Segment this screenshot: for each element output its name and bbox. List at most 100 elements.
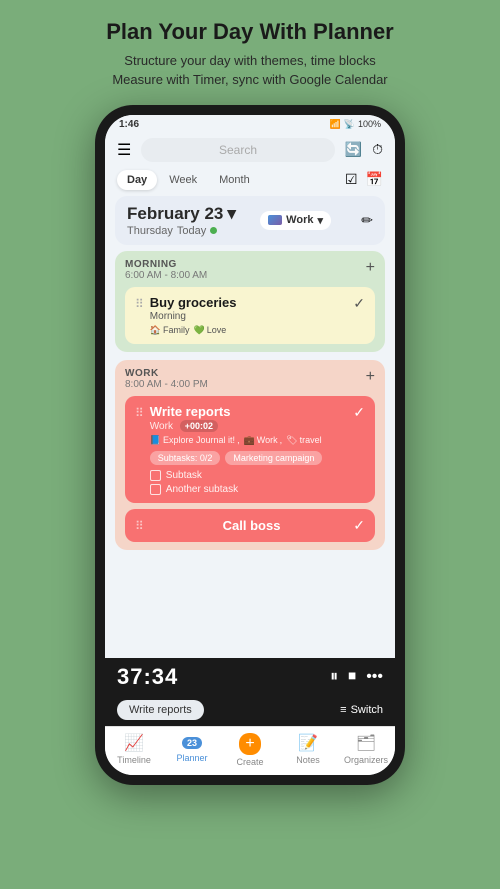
date-header: February 23 ▾ Thursday Today Work ▾ ✏ xyxy=(115,196,385,245)
subtask-chips: Subtasks: 0/2 Marketing campaign xyxy=(150,451,353,465)
morning-section: MORNING 6:00 AM - 8:00 AM + ⠿ Buy grocer… xyxy=(115,251,385,352)
timer-stop-button[interactable]: ⏹ xyxy=(348,668,356,686)
tab-month[interactable]: Month xyxy=(209,170,260,190)
notes-icon: 📝 xyxy=(298,733,318,753)
timeline-label: Timeline xyxy=(117,755,151,765)
app-subtitle: Structure your day with themes, time blo… xyxy=(106,51,394,90)
subtask-checkbox-1[interactable] xyxy=(150,470,161,481)
timer-display: 37:34 xyxy=(117,664,178,690)
task-title: Buy groceries xyxy=(150,295,353,310)
phone-screen: 1:46 📶 📡 100% ☰ Search 🔄 ⏱ Day Week Mont… xyxy=(105,115,395,775)
morning-time: 6:00 AM - 8:00 AM xyxy=(125,270,207,281)
scroll-content: MORNING 6:00 AM - 8:00 AM + ⠿ Buy grocer… xyxy=(105,251,395,658)
phone-frame: 1:46 📶 📡 100% ☰ Search 🔄 ⏱ Day Week Mont… xyxy=(95,105,405,785)
tab-group: Day Week Month xyxy=(117,170,260,190)
tab-week[interactable]: Week xyxy=(159,170,207,190)
planner-badge: 23 xyxy=(182,737,202,749)
timer-bar: 37:34 ⏸ ⏹ ••• xyxy=(105,658,395,696)
tag-love: 💚 Love xyxy=(194,325,227,336)
bottom-nav: 📈 Timeline 23 Planner + Create 📝 Notes 🗂… xyxy=(105,726,395,775)
nav-organizers[interactable]: 🗂 Organizers xyxy=(344,733,389,767)
timeline-icon: 📈 xyxy=(124,733,144,753)
work-section-header: WORK 8:00 AM - 4:00 PM + xyxy=(125,368,375,390)
task-info: Buy groceries Morning 🏠 Family 💚 Love xyxy=(150,295,353,336)
subtask-text-1: Subtask xyxy=(166,470,202,481)
view-tabs: Day Week Month ☑ 📅 xyxy=(105,168,395,196)
write-reports-tags: 📘 Explore Journal it!, 💼 Work, 🏷 travel xyxy=(150,435,353,446)
date-info: February 23 ▾ Thursday Today xyxy=(127,204,236,237)
status-icons: 📶 📡 100% xyxy=(330,119,381,130)
call-boss-title: Call boss xyxy=(223,518,281,533)
subtask-item-2: Another subtask xyxy=(150,484,353,495)
date-subtitle: Thursday Today xyxy=(127,225,236,237)
today-dot xyxy=(210,227,217,234)
timer-pause-button[interactable]: ⏸ xyxy=(330,668,338,686)
timer-more-button[interactable]: ••• xyxy=(366,668,383,686)
create-icon: + xyxy=(239,733,260,755)
call-boss-row: ⠿ Call boss ✓ xyxy=(125,509,375,542)
work-label: WORK xyxy=(125,368,208,379)
work-theme-badge[interactable]: Work ▾ xyxy=(260,211,331,230)
write-reports-check[interactable]: ✓ xyxy=(353,404,365,421)
tag-travel: 🏷 travel xyxy=(286,435,321,446)
tag-row: 🏠 Family 💚 Love xyxy=(150,325,353,336)
hamburger-icon[interactable]: ☰ xyxy=(117,140,131,160)
nav-notes[interactable]: 📝 Notes xyxy=(286,733,331,767)
drag-handle-icon: ⠿ xyxy=(135,297,144,311)
refresh-icon[interactable]: 🔄 xyxy=(345,141,362,158)
subtask-item-1: Subtask xyxy=(150,470,353,481)
organizers-icon: 🗂 xyxy=(356,733,376,753)
task-buy-groceries: ⠿ Buy groceries Morning 🏠 Family 💚 Love … xyxy=(125,287,375,344)
tag-family: 🏠 Family xyxy=(150,325,190,336)
edit-icon[interactable]: ✏ xyxy=(361,212,373,229)
drag-handle-icon-2: ⠿ xyxy=(135,406,144,420)
tag-work: 💼 Work, xyxy=(244,435,283,446)
planner-icon: 23 xyxy=(182,733,202,751)
tab-right-icons: ☑ 📅 xyxy=(345,171,383,188)
nav-timeline[interactable]: 📈 Timeline xyxy=(112,733,157,767)
work-label-group: WORK 8:00 AM - 4:00 PM xyxy=(125,368,208,390)
tab-day[interactable]: Day xyxy=(117,170,157,190)
calendar-icon[interactable]: 📅 xyxy=(366,171,383,188)
write-reports-row: ⠿ Write reports Work +00:02 📘 Explore Jo… xyxy=(135,404,365,495)
notes-label: Notes xyxy=(296,755,320,765)
call-boss-card: ⠿ Call boss ✓ xyxy=(125,509,375,542)
top-nav: ☰ Search 🔄 ⏱ xyxy=(105,134,395,168)
drag-handle-icon-3: ⠿ xyxy=(135,519,144,533)
subtask-checkbox-2[interactable] xyxy=(150,484,161,495)
morning-section-header: MORNING 6:00 AM - 8:00 AM + xyxy=(125,259,375,281)
wifi-icon: 📡 xyxy=(344,119,355,130)
task-check-icon[interactable]: ✓ xyxy=(353,295,365,312)
status-time: 1:46 xyxy=(119,119,139,130)
work-add-button[interactable]: + xyxy=(366,368,375,386)
search-input[interactable]: Search xyxy=(141,138,334,162)
active-task-label[interactable]: Write reports xyxy=(117,700,204,720)
nav-icons: 🔄 ⏱ xyxy=(345,141,383,158)
subtask-list: Subtask Another subtask xyxy=(150,470,353,495)
nav-create[interactable]: + Create xyxy=(228,733,273,767)
organizers-label: Organizers xyxy=(344,755,388,765)
task-subtitle: Morning xyxy=(150,311,353,322)
task-timer-badge: +00:02 xyxy=(180,420,218,432)
checklist-icon[interactable]: ☑ xyxy=(345,171,358,188)
morning-label: MORNING xyxy=(125,259,207,270)
theme-dropdown-icon: ▾ xyxy=(317,214,323,227)
date-title: February 23 ▾ xyxy=(127,204,236,224)
switch-icon: ≡ xyxy=(340,704,346,716)
switch-button[interactable]: ≡ Switch xyxy=(340,704,383,716)
nav-planner[interactable]: 23 Planner xyxy=(170,733,215,767)
battery-text: 100% xyxy=(358,119,381,129)
signal-icon: 📶 xyxy=(330,119,341,130)
morning-add-button[interactable]: + xyxy=(366,259,375,277)
dropdown-arrow-icon[interactable]: ▾ xyxy=(227,204,236,224)
work-theme-icon xyxy=(268,215,282,225)
app-header: Plan Your Day With Planner Structure you… xyxy=(86,0,414,100)
tag-journal: 📘 Explore Journal it!, xyxy=(150,435,240,446)
chip-marketing: Marketing campaign xyxy=(225,451,322,465)
call-boss-check[interactable]: ✓ xyxy=(353,517,365,534)
create-label: Create xyxy=(236,757,263,767)
timer-icon[interactable]: ⏱ xyxy=(372,141,383,158)
planner-label: Planner xyxy=(176,753,207,763)
timer-controls: ⏸ ⏹ ••• xyxy=(330,668,383,686)
active-task-row: Write reports ≡ Switch xyxy=(105,696,395,726)
